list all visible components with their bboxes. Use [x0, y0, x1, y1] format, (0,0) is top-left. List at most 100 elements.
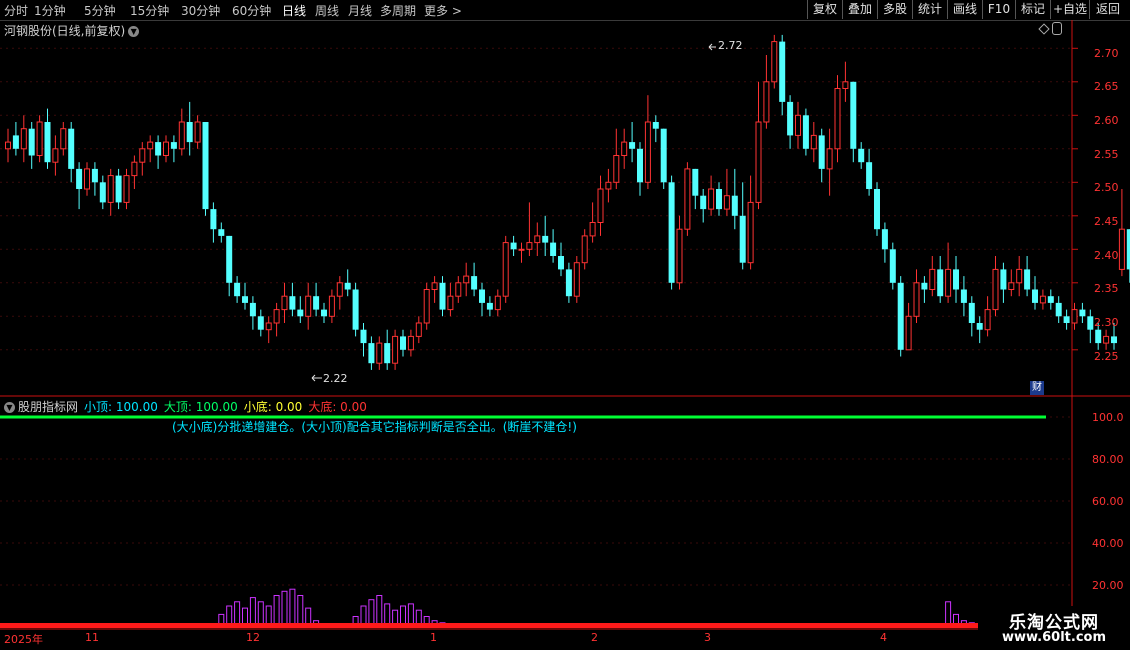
- candle-body-down: [289, 296, 296, 310]
- indicator-value-small-bottom: 小底: 0.00: [243, 400, 303, 414]
- price-tick: 2.30: [1094, 316, 1119, 329]
- candle-body-up: [423, 289, 430, 324]
- candle-body-up: [463, 275, 470, 284]
- candle-body-down: [818, 135, 825, 169]
- candle-body-down: [186, 122, 193, 143]
- candle-body-down: [668, 182, 675, 283]
- candle-body-down: [858, 148, 865, 163]
- candle-body-up: [1071, 309, 1078, 324]
- candle-body-down: [99, 182, 106, 203]
- candle-body-up: [328, 295, 335, 317]
- indicator-tick: 80.00: [1092, 453, 1124, 466]
- indicator-name[interactable]: 股朋指标网: [18, 400, 78, 414]
- candle-body-up: [795, 114, 801, 136]
- price-tick: 2.45: [1094, 215, 1119, 228]
- candle-body-down: [787, 101, 794, 136]
- candle-body-down: [479, 289, 485, 303]
- candle-body-up: [644, 121, 651, 183]
- date-label: 4: [880, 631, 887, 644]
- price-tick: 2.55: [1094, 148, 1119, 161]
- candle-body-down: [368, 343, 375, 364]
- indicator-bar: [249, 597, 256, 628]
- candle-body-up: [20, 128, 27, 150]
- candle-body-down: [889, 249, 896, 283]
- indicator-bar: [376, 595, 383, 628]
- candle-body-up: [265, 322, 272, 331]
- indicator-bar: [273, 595, 280, 628]
- candle-body-up: [84, 168, 90, 190]
- date-label: 12: [246, 631, 260, 644]
- candle-body-up: [621, 141, 628, 157]
- candle-body-down: [321, 309, 327, 317]
- candle-body-down: [881, 229, 888, 250]
- indicator-value-small-top: 小顶: 100.00: [84, 400, 158, 414]
- price-tick: 2.70: [1094, 47, 1119, 60]
- candle-body-up: [1008, 282, 1015, 290]
- kline-chart[interactable]: [0, 0, 1130, 650]
- candle-body-up: [502, 242, 509, 297]
- candle-body-up: [747, 201, 754, 264]
- indicator-tick: 20.00: [1092, 579, 1124, 592]
- candle-body-down: [779, 41, 786, 102]
- candle-body-down: [1063, 316, 1070, 323]
- candle-body-down: [360, 329, 367, 344]
- candle-body-down: [874, 189, 880, 230]
- candle-body-down: [242, 296, 248, 303]
- price-tick: 2.35: [1094, 282, 1119, 295]
- candle-body-up: [605, 181, 612, 190]
- candle-body-up: [336, 282, 343, 297]
- candle-body-down: [313, 296, 320, 310]
- candle-body-up: [455, 282, 462, 297]
- indicator-bar: [368, 599, 375, 628]
- candle-body-down: [218, 229, 225, 236]
- indicator-value-big-top: 大顶: 100.00: [163, 400, 238, 414]
- indicator-value-big-bottom: 大底: 0.00: [308, 400, 367, 414]
- candle-body-down: [637, 148, 643, 183]
- candle-body-up: [518, 248, 525, 251]
- candle-body-down: [897, 282, 904, 350]
- candle-body-down: [155, 142, 162, 156]
- date-label: 2: [591, 631, 598, 644]
- candle-body-down: [1032, 289, 1038, 303]
- candle-body-up: [613, 155, 620, 183]
- candle-body-up: [684, 168, 691, 230]
- date-label: 2025年: [4, 633, 43, 646]
- candle-body-down: [471, 276, 478, 290]
- candle-body-up: [123, 175, 130, 203]
- price-tick: 2.40: [1094, 249, 1119, 262]
- candle-body-up: [281, 295, 288, 311]
- candle-body-up: [771, 41, 778, 83]
- candle-body-down: [44, 122, 51, 163]
- candle-body-down: [1024, 269, 1031, 290]
- candle-body-down: [234, 282, 241, 297]
- candle-body-down: [937, 269, 944, 297]
- candle-body-down: [1079, 309, 1086, 317]
- candle-body-up: [147, 141, 154, 150]
- indicator-bar: [297, 595, 304, 628]
- chevron-down-icon[interactable]: ▼: [4, 402, 15, 413]
- candle-body-down: [202, 122, 209, 210]
- candle-body-up: [5, 141, 11, 150]
- candle-body-up: [305, 295, 312, 317]
- indicator-tick: 60.00: [1092, 495, 1124, 508]
- candle-body-up: [60, 128, 67, 150]
- candle-body-down: [976, 323, 983, 330]
- candle-body-down: [1047, 296, 1054, 303]
- candle-body-down: [12, 135, 19, 149]
- candle-body-down: [170, 142, 177, 149]
- indicator-baseline: [0, 623, 978, 628]
- candle-body-down: [210, 209, 217, 230]
- candle-body-up: [376, 342, 383, 364]
- candle-body-down: [510, 242, 517, 250]
- candle-body-up: [36, 121, 43, 156]
- candle-body-down: [115, 175, 122, 203]
- low-price-label: 2.22: [323, 372, 348, 385]
- candle-body-down: [565, 269, 572, 297]
- finance-badge[interactable]: 财: [1030, 381, 1044, 395]
- candle-body-down: [968, 302, 975, 323]
- candle-body-up: [1039, 295, 1046, 304]
- candle-body-up: [708, 188, 715, 210]
- candle-body-down: [629, 142, 636, 149]
- candle-body-down: [953, 269, 959, 290]
- candle-body-up: [755, 121, 762, 203]
